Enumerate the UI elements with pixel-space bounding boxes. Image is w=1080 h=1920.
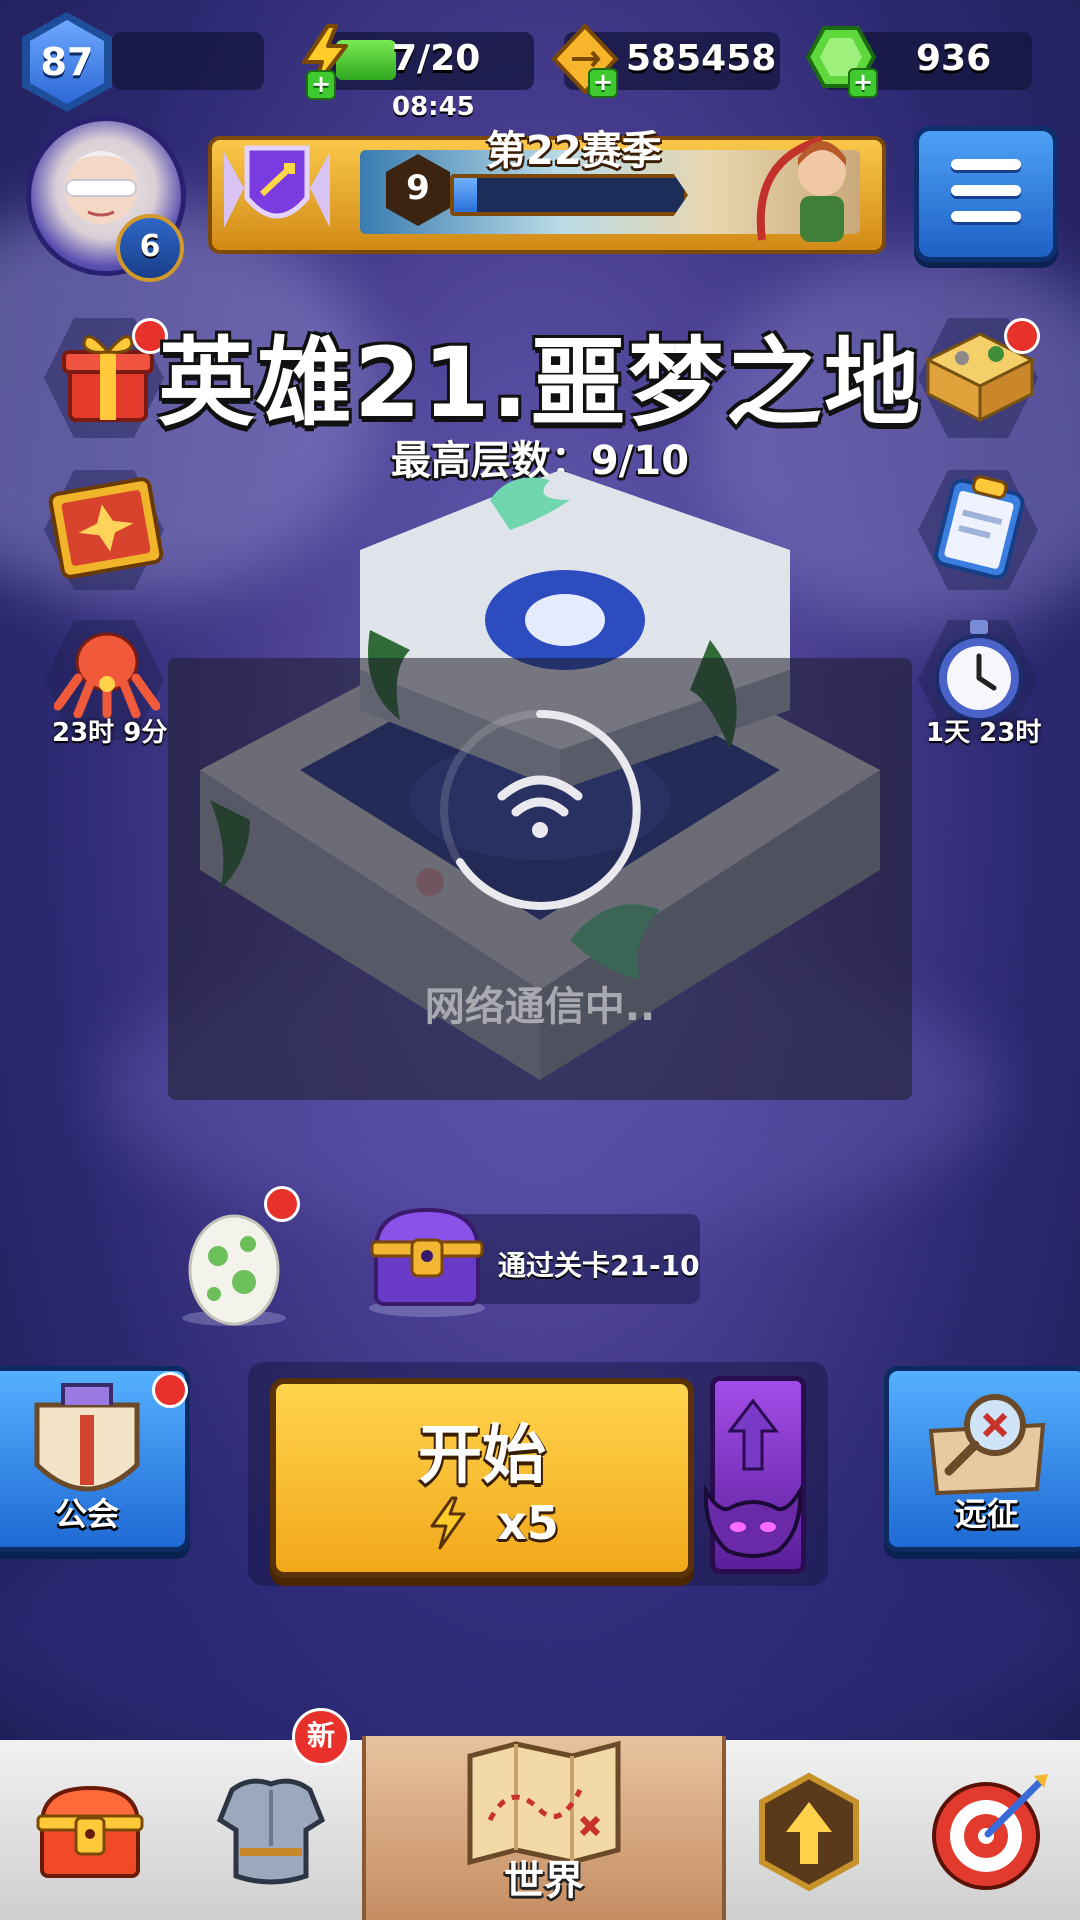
season-tier: 9 [406,168,430,208]
player-level-badge[interactable]: 87 [22,12,112,112]
gold-value: 585458 [626,38,777,79]
difficulty-toggle-button[interactable] [703,1376,806,1574]
event-card-icon[interactable] [44,472,168,584]
world-label: 世界 [504,1858,584,1904]
archer-hero-art [756,136,846,242]
egg-notification-dot [264,1186,300,1222]
new-item-badge: 新 [292,1708,350,1766]
xp-bar [112,32,264,90]
clipboard-icon[interactable] [930,470,1030,582]
season-progress-track [450,174,688,216]
network-loading-overlay: 网络通信中.. [168,658,912,1100]
start-energy-cost: x5 [497,1496,559,1550]
stopwatch-icon[interactable] [928,616,1030,726]
nav-tab-shop[interactable] [0,1740,183,1920]
main-menu-button[interactable] [914,126,1058,262]
treasure-map-icon [928,1394,1046,1496]
season-title: 第22赛季 [486,128,662,174]
hero-level-badge: 6 [116,214,184,282]
nav-tab-equipment[interactable]: 新 [180,1708,365,1920]
upgrade-arrow-icon [759,1772,859,1892]
nav-tab-talents[interactable] [718,1740,903,1920]
up-arrow-icon [726,1398,780,1471]
start-label: 开始 [418,1419,546,1493]
wifi-icon [497,775,583,838]
armor-icon [216,1778,326,1885]
target-icon [932,1774,1048,1890]
guild-label: 公会 [54,1495,119,1533]
hamburger-icon-line [951,185,1021,196]
stopwatch-event-timer: 1天 23时 [926,718,1042,748]
season-shield-icon [224,145,330,228]
demon-mask-icon [703,1484,803,1558]
player-level: 87 [40,40,94,84]
hamburger-icon [951,159,1021,170]
nav-tab-world[interactable]: 世界 [362,1736,726,1920]
chest-shop-icon [36,1785,144,1878]
add-gold-button[interactable]: + [588,68,618,98]
guild-notification-dot [152,1372,188,1408]
add-gems-button[interactable]: + [848,68,878,98]
chest-unlock-condition: 通过关卡21-10 [498,1249,700,1282]
octopus-icon[interactable] [54,628,160,718]
energy-value: 7/20 [392,38,481,79]
octopus-event-timer: 23时 9分 [52,718,168,748]
season-progress-fill [454,178,477,212]
start-button[interactable]: 开始 x5 [270,1378,694,1578]
energy-timer: 08:45 [392,92,475,122]
loading-message: 网络通信中.. [424,984,656,1030]
expedition-button[interactable]: 远征 [884,1366,1080,1552]
nav-tab-challenge[interactable] [900,1740,1080,1920]
hamburger-icon-line [951,211,1021,222]
add-energy-button[interactable]: + [306,70,336,100]
gem-value: 936 [916,38,992,79]
expedition-label: 远征 [954,1495,1019,1533]
egg-icon[interactable] [178,1206,290,1328]
stage-title: 英雄21.噩梦之地 [157,327,923,439]
purple-chest-icon[interactable] [362,1190,492,1320]
